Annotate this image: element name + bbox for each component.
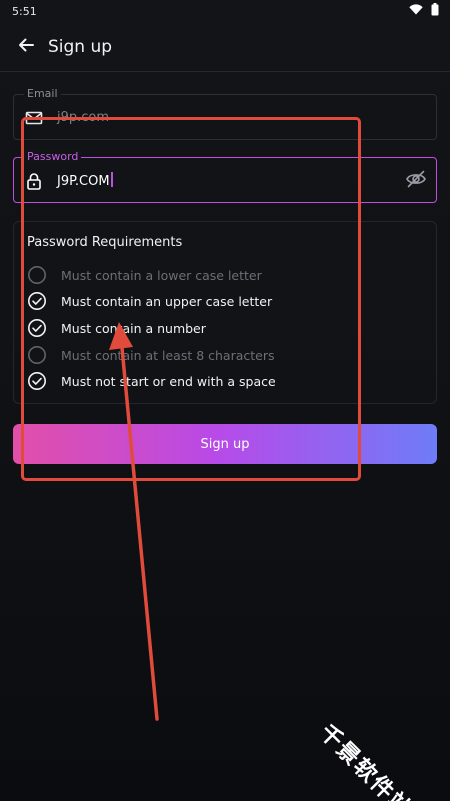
requirement-item: Must contain a number bbox=[27, 317, 206, 339]
status-time: 5:51 bbox=[12, 4, 37, 18]
lock-icon bbox=[25, 172, 43, 190]
arrow-left-icon bbox=[17, 36, 35, 58]
password-input[interactable]: J9P.COM bbox=[57, 174, 110, 189]
email-field[interactable]: Email j9p.com bbox=[13, 87, 437, 140]
status-bar: 5:51 bbox=[0, 0, 450, 22]
check-circle-icon bbox=[27, 291, 47, 311]
unchecked-circle-icon bbox=[27, 265, 47, 285]
toggle-password-visibility-button[interactable] bbox=[404, 169, 428, 193]
requirements-title: Password Requirements bbox=[27, 235, 183, 250]
requirement-item: Must contain an upper case letter bbox=[27, 290, 272, 312]
requirement-label: Must contain a lower case letter bbox=[61, 267, 262, 283]
requirement-label: Must not start or end with a space bbox=[61, 373, 276, 389]
email-label: Email bbox=[24, 87, 61, 101]
wifi-icon bbox=[409, 4, 423, 18]
requirement-item: Must not start or end with a space bbox=[27, 370, 276, 392]
sign-up-button[interactable]: Sign up bbox=[13, 424, 437, 464]
password-requirements-card: Password Requirements Must contain a low… bbox=[13, 221, 437, 404]
check-circle-icon bbox=[27, 371, 47, 391]
password-label: Password bbox=[24, 150, 82, 164]
password-field[interactable]: Password J9P.COM bbox=[13, 150, 437, 203]
watermark-logo: 千景软件站 bbox=[314, 720, 417, 801]
requirement-label: Must contain an upper case letter bbox=[61, 293, 273, 309]
check-circle-icon bbox=[27, 318, 47, 338]
app-bar: Sign up bbox=[0, 22, 450, 72]
requirement-item: Must contain at least 8 characters bbox=[27, 344, 275, 366]
back-button[interactable] bbox=[4, 25, 48, 69]
unchecked-circle-icon bbox=[27, 345, 47, 365]
battery-icon bbox=[431, 3, 439, 19]
email-input[interactable]: j9p.com bbox=[57, 109, 109, 127]
page-title: Sign up bbox=[48, 36, 113, 57]
requirement-item: Must contain a lower case letter bbox=[27, 264, 262, 286]
eye-off-icon bbox=[405, 168, 427, 194]
requirement-label: Must contain at least 8 characters bbox=[61, 347, 275, 363]
text-cursor bbox=[110, 172, 113, 187]
requirement-label: Must contain a number bbox=[61, 320, 206, 336]
mail-icon bbox=[25, 109, 43, 127]
